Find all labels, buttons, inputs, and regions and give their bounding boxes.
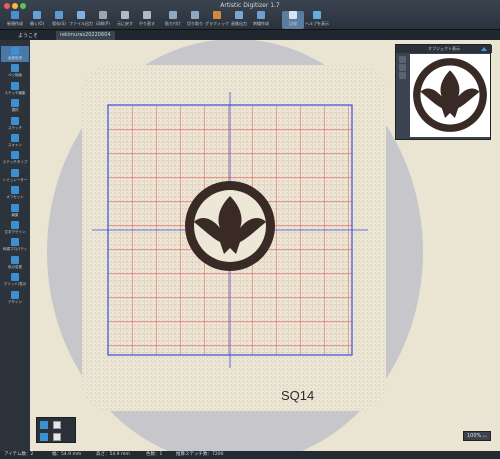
image-import-icon — [11, 47, 19, 55]
help-icon — [313, 11, 321, 19]
sidebar-item-stitch[interactable]: ステッチ — [1, 116, 29, 132]
status-stitches: 推算ステッチ数：7200 — [176, 452, 224, 457]
object-display-panel: オブジェクト表示 — [395, 44, 492, 140]
stitch-icon — [11, 116, 19, 125]
graphic-icon — [213, 11, 221, 19]
toolbar-label: ヘルプを表示 — [305, 21, 329, 26]
sidebar-item-offset[interactable]: オフセット — [1, 185, 29, 201]
sidebar-item-label: 画像取得 — [8, 56, 22, 60]
document-tab-bar: ようこそ rekimuras20220604 — [0, 30, 500, 40]
record-icon — [289, 11, 297, 19]
tool-sidebar: 画像取得ペン描画ステッチ編集 選択ステッチスキャンステッチタイプ シミュレーター オフ… — [0, 40, 30, 451]
undo-icon — [121, 11, 129, 19]
new-file-icon — [11, 11, 19, 19]
grid-icon — [11, 273, 19, 282]
status-items: アイテム数：2 — [4, 452, 34, 457]
offset-icon — [11, 186, 19, 195]
panel-tool-icon[interactable] — [399, 72, 406, 79]
sidebar-item-label: ステッチ — [8, 125, 22, 130]
print-icon — [99, 11, 107, 19]
panel-tool-column — [398, 55, 407, 95]
image-export-icon — [235, 11, 243, 19]
zoom-value: 100% — [467, 433, 482, 439]
stitch-edit-icon — [11, 81, 19, 90]
properties-icon — [11, 238, 19, 247]
select-icon — [11, 99, 19, 108]
sidebar-item-label: ステッチ編集 — [4, 90, 26, 95]
tab-welcome[interactable]: ようこそ — [14, 31, 42, 40]
sidebar-item-label: ステッチタイプ — [2, 160, 28, 165]
object-thumbnail — [410, 54, 490, 137]
status-colors: 色数：1 — [146, 452, 163, 457]
sidebar-item-label: 色の変更 — [8, 264, 22, 269]
sidebar-item-label: デザイン — [8, 299, 22, 304]
sidebar-item-image-import[interactable]: 画像取得 — [1, 46, 29, 62]
sidebar-item-grid[interactable]: グリッド/表示 — [1, 272, 29, 288]
pattern-icon[interactable] — [53, 421, 61, 429]
sidebar-item-design[interactable]: デザイン — [1, 290, 29, 306]
tab-document[interactable]: rekimuras20220604 — [56, 31, 115, 40]
design-label: SQ14 — [281, 388, 315, 403]
status-width: 幅：54.9 mm — [52, 452, 82, 457]
color-change-icon — [11, 255, 19, 264]
stitch-tool-icon[interactable] — [40, 433, 48, 441]
sidebar-item-stitch-edit[interactable]: ステッチ編集 — [1, 81, 29, 97]
export-icon — [77, 11, 85, 19]
collapse-triangle-icon[interactable] — [481, 47, 487, 51]
sidebar-item-stitch-type[interactable]: ステッチタイプ — [1, 150, 29, 166]
pen-icon[interactable] — [40, 421, 48, 429]
panel-tool-icon[interactable] — [399, 56, 406, 63]
sidebar-item-edit[interactable]: 編集 — [1, 203, 29, 219]
sidebar-item-simulator[interactable]: シミュレーター — [1, 168, 29, 184]
zoom-select[interactable]: 100% ︿ — [463, 431, 491, 441]
stitch-create-icon — [257, 11, 265, 19]
open-folder-icon — [33, 11, 41, 19]
toolbar-button-help[interactable]: ヘルプを表示 — [305, 11, 329, 29]
scan-icon — [11, 134, 19, 142]
title-bar: Artistic Digitizer 1.7 新規作成 開く(O) 保存(S) ファイ… — [0, 0, 500, 30]
sidebar-item-label: グリッド/表示 — [3, 282, 27, 287]
sidebar-item-select[interactable]: 選択 — [1, 98, 29, 114]
sidebar-item-text-design[interactable]: 文字デザイン — [1, 220, 29, 236]
sidebar-item-properties[interactable]: 刺繍プロパティ — [1, 237, 29, 253]
sidebar-item-label: シミュレーター — [2, 177, 28, 182]
thumbnail-emblem — [413, 58, 487, 132]
sidebar-item-label: 刺繍プロパティ — [2, 247, 28, 252]
toolbar-button-record[interactable]: 記録 — [282, 11, 304, 29]
text-design-icon — [11, 221, 19, 229]
sidebar-item-pen[interactable]: ペン描画 — [1, 63, 29, 79]
sidebar-item-color-change[interactable]: 色の変更 — [1, 255, 29, 271]
panel-tool-icon[interactable] — [399, 64, 406, 71]
pen-icon — [11, 64, 19, 73]
status-bar: アイテム数：2 幅：54.9 mm 高さ：54.9 mm 色数：1 推算ステッチ… — [0, 451, 500, 459]
sidebar-item-label: スキャン — [8, 143, 22, 147]
edit-icon — [11, 203, 19, 212]
sidebar-item-label: オフセット — [6, 195, 24, 200]
toolbar-button-redo[interactable]: やり直す — [136, 11, 158, 29]
sidebar-item-label: 編集 — [11, 212, 19, 217]
sidebar-item-label: ペン描画 — [8, 73, 22, 78]
toolbar-button-stitch-create[interactable]: 刺繍作成 — [250, 11, 272, 29]
embroidery-emblem — [185, 181, 275, 271]
toolbar-label: 刺繍作成 — [253, 21, 269, 26]
fill-pattern-icon[interactable] — [53, 433, 61, 441]
simulator-icon — [11, 168, 19, 177]
cut-icon — [191, 11, 199, 19]
paste-icon — [169, 11, 177, 19]
chevron-up-icon: ︿ — [481, 433, 487, 439]
design-icon — [11, 290, 19, 299]
stitch-preview-panel — [36, 417, 76, 443]
save-icon — [55, 11, 63, 19]
sidebar-item-label: 選択 — [11, 108, 19, 113]
app-title: Artistic Digitizer 1.7 — [220, 2, 280, 9]
stitch-type-icon — [11, 151, 19, 160]
redo-icon — [143, 11, 151, 19]
status-height: 高さ：54.9 mm — [96, 452, 130, 457]
sidebar-item-label: 文字デザイン — [4, 230, 26, 234]
sidebar-item-scan[interactable]: スキャン — [1, 133, 29, 149]
object-panel-title: オブジェクト表示 — [396, 45, 492, 53]
